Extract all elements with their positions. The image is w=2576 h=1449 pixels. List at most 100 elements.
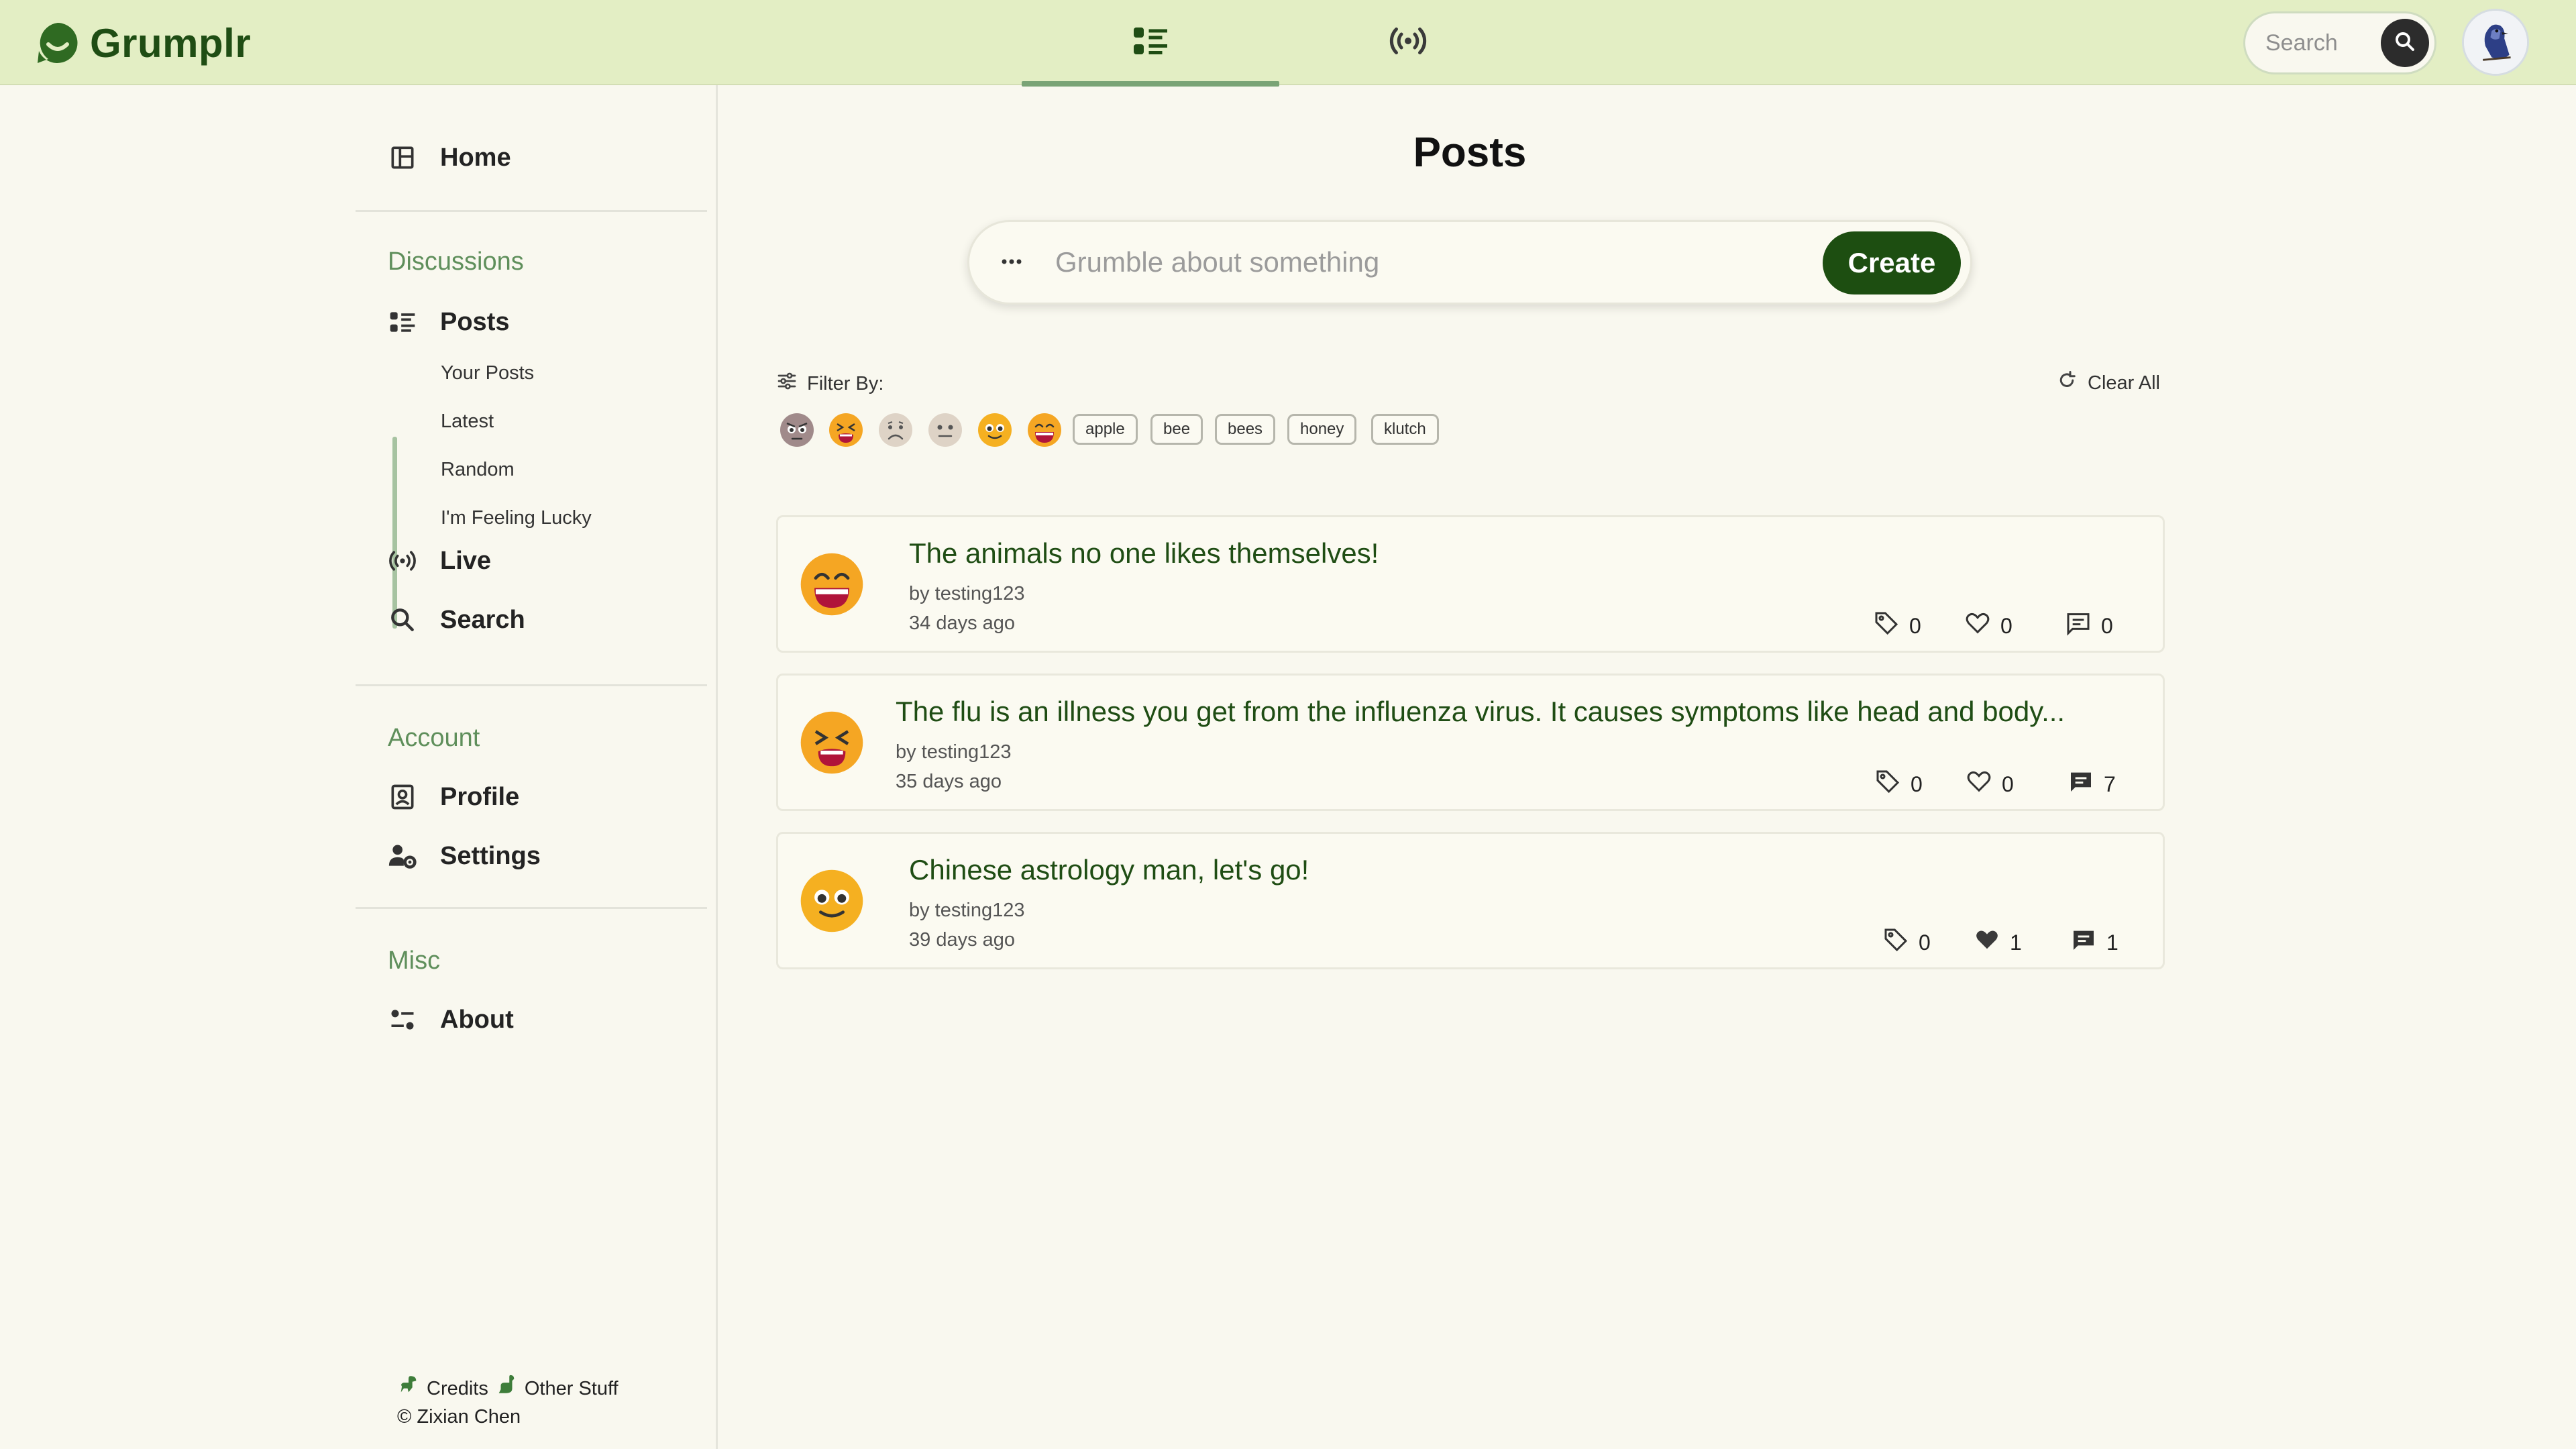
sidebar-divider bbox=[356, 907, 707, 909]
tag-count-value: 0 bbox=[1909, 613, 1921, 638]
like-count[interactable]: 0 bbox=[1966, 768, 2014, 800]
sidebar-item-label: Live bbox=[440, 546, 492, 575]
home-layout-icon bbox=[388, 143, 417, 172]
comment-count[interactable]: 0 bbox=[2065, 610, 2113, 642]
sidebar-item-settings[interactable]: Settings bbox=[388, 835, 541, 877]
posts-list-icon bbox=[388, 307, 417, 337]
tired-face-icon bbox=[798, 709, 865, 776]
tag-chip-honey[interactable]: honey bbox=[1287, 414, 1357, 445]
user-avatar[interactable] bbox=[2462, 9, 2529, 76]
header-search bbox=[2243, 11, 2436, 74]
comment-count-value: 1 bbox=[2106, 930, 2118, 955]
heart-outline-icon bbox=[1964, 610, 1991, 642]
post-author[interactable]: by testing123 bbox=[909, 900, 1025, 922]
tag-count[interactable]: 0 bbox=[1882, 926, 1931, 959]
sidebar-item-search[interactable]: Search bbox=[388, 598, 525, 641]
sidebar-subitem-latest[interactable]: Latest bbox=[441, 411, 494, 433]
sidebar-item-label: About bbox=[440, 1005, 514, 1034]
heart-filled-icon bbox=[1974, 926, 2000, 959]
other-stuff-link[interactable]: Other Stuff bbox=[525, 1375, 619, 1402]
sidebar-subitem-random[interactable]: Random bbox=[441, 459, 515, 481]
credits-link[interactable]: Credits bbox=[427, 1375, 488, 1402]
sidebar-subitem-your-posts[interactable]: Your Posts bbox=[441, 362, 534, 384]
comment-outline-icon bbox=[2065, 610, 2092, 642]
angry-face-icon[interactable] bbox=[779, 412, 815, 448]
like-count-value: 0 bbox=[2002, 771, 2014, 796]
sidebar-item-about[interactable]: About bbox=[388, 998, 514, 1041]
post-title[interactable]: The flu is an illness you get from the i… bbox=[896, 696, 2065, 728]
sidebar-item-home[interactable]: Home bbox=[388, 136, 511, 179]
posts-list-icon bbox=[1130, 21, 1171, 64]
page-title: Posts bbox=[1413, 129, 1527, 176]
tag-chip-klutch[interactable]: klutch bbox=[1371, 414, 1439, 445]
tag-chip-bees[interactable]: bees bbox=[1215, 414, 1276, 445]
sidebar-item-label: Search bbox=[440, 605, 525, 634]
refresh-icon bbox=[2057, 370, 2077, 396]
dinosaur-icon bbox=[495, 1373, 518, 1403]
sidebar-item-live[interactable]: Live bbox=[388, 539, 491, 582]
like-count-value: 1 bbox=[2010, 930, 2022, 955]
live-broadcast-icon bbox=[1388, 21, 1428, 64]
post-title[interactable]: The animals no one likes themselves! bbox=[909, 537, 1379, 570]
composer-bar: Create bbox=[967, 220, 1972, 305]
about-toggle-icon bbox=[388, 1005, 417, 1034]
sidebar-item-label: Profile bbox=[440, 782, 520, 811]
comment-count[interactable]: 1 bbox=[2070, 926, 2118, 959]
search-input[interactable] bbox=[2265, 30, 2379, 56]
tag-icon bbox=[1874, 768, 1901, 800]
sidebar-item-posts[interactable]: Posts bbox=[388, 301, 509, 343]
sidebar-subitem-feeling-lucky[interactable]: I'm Feeling Lucky bbox=[441, 507, 592, 529]
neutral-face-icon[interactable] bbox=[927, 412, 963, 448]
frowning-face-icon[interactable] bbox=[877, 412, 914, 448]
pleading-face-icon bbox=[798, 867, 865, 934]
grinning-face-icon[interactable] bbox=[1026, 412, 1063, 448]
more-options-button[interactable] bbox=[992, 249, 1031, 276]
post-card[interactable]: The animals no one likes themselves! by … bbox=[776, 515, 2165, 653]
comment-count-value: 0 bbox=[2101, 613, 2113, 638]
tab-live[interactable] bbox=[1279, 0, 1537, 85]
sidebar-item-label: Settings bbox=[440, 841, 541, 870]
post-title[interactable]: Chinese astrology man, let's go! bbox=[909, 854, 1309, 886]
pleading-face-icon[interactable] bbox=[977, 412, 1013, 448]
heart-outline-icon bbox=[1966, 768, 1992, 800]
brand[interactable]: Grumplr bbox=[35, 19, 251, 67]
tag-chip-apple[interactable]: apple bbox=[1073, 414, 1138, 445]
like-count[interactable]: 0 bbox=[1964, 610, 2012, 642]
filter-by-text: Filter By: bbox=[807, 372, 884, 394]
create-button[interactable]: Create bbox=[1823, 231, 1961, 294]
like-count[interactable]: 1 bbox=[1974, 926, 2022, 959]
search-icon bbox=[388, 605, 417, 635]
sidebar-divider bbox=[356, 684, 707, 686]
like-count-value: 0 bbox=[2000, 613, 2012, 638]
tired-face-icon[interactable] bbox=[828, 412, 864, 448]
sidebar-item-profile[interactable]: Profile bbox=[388, 775, 519, 818]
profile-card-icon bbox=[388, 782, 417, 812]
post-author[interactable]: by testing123 bbox=[909, 583, 1025, 605]
dinosaur-icon bbox=[397, 1373, 420, 1403]
clear-all-button[interactable]: Clear All bbox=[2057, 370, 2160, 396]
search-icon bbox=[2393, 30, 2417, 57]
brand-name: Grumplr bbox=[90, 20, 252, 66]
user-settings-icon bbox=[388, 841, 417, 871]
post-card[interactable]: Chinese astrology man, let's go! by test… bbox=[776, 832, 2165, 969]
tag-count[interactable]: 0 bbox=[1873, 610, 1921, 642]
tag-icon bbox=[1882, 926, 1909, 959]
post-author[interactable]: by testing123 bbox=[896, 741, 1012, 763]
tag-count-value: 0 bbox=[1919, 930, 1931, 955]
sidebar-footer: Credits Other Stuff © Zixian Chen bbox=[397, 1373, 619, 1430]
section-account: Account bbox=[388, 724, 480, 752]
sliders-icon bbox=[776, 370, 798, 397]
tag-count[interactable]: 0 bbox=[1874, 768, 1923, 800]
post-card[interactable]: The flu is an illness you get from the i… bbox=[776, 674, 2165, 811]
live-broadcast-icon bbox=[388, 546, 417, 576]
comment-count[interactable]: 7 bbox=[2068, 768, 2116, 800]
tag-chip-bee[interactable]: bee bbox=[1150, 414, 1203, 445]
clear-all-label: Clear All bbox=[2088, 372, 2160, 394]
sidebar-item-label: Posts bbox=[440, 307, 510, 336]
sidebar: Home Discussions Posts Your Posts Latest… bbox=[0, 85, 718, 1449]
grinning-face-icon bbox=[798, 551, 865, 618]
top-bar: Grumplr bbox=[0, 0, 2576, 87]
search-button[interactable] bbox=[2381, 19, 2429, 67]
tab-posts[interactable] bbox=[1022, 0, 1279, 87]
filter-label: Filter By: bbox=[776, 370, 883, 397]
